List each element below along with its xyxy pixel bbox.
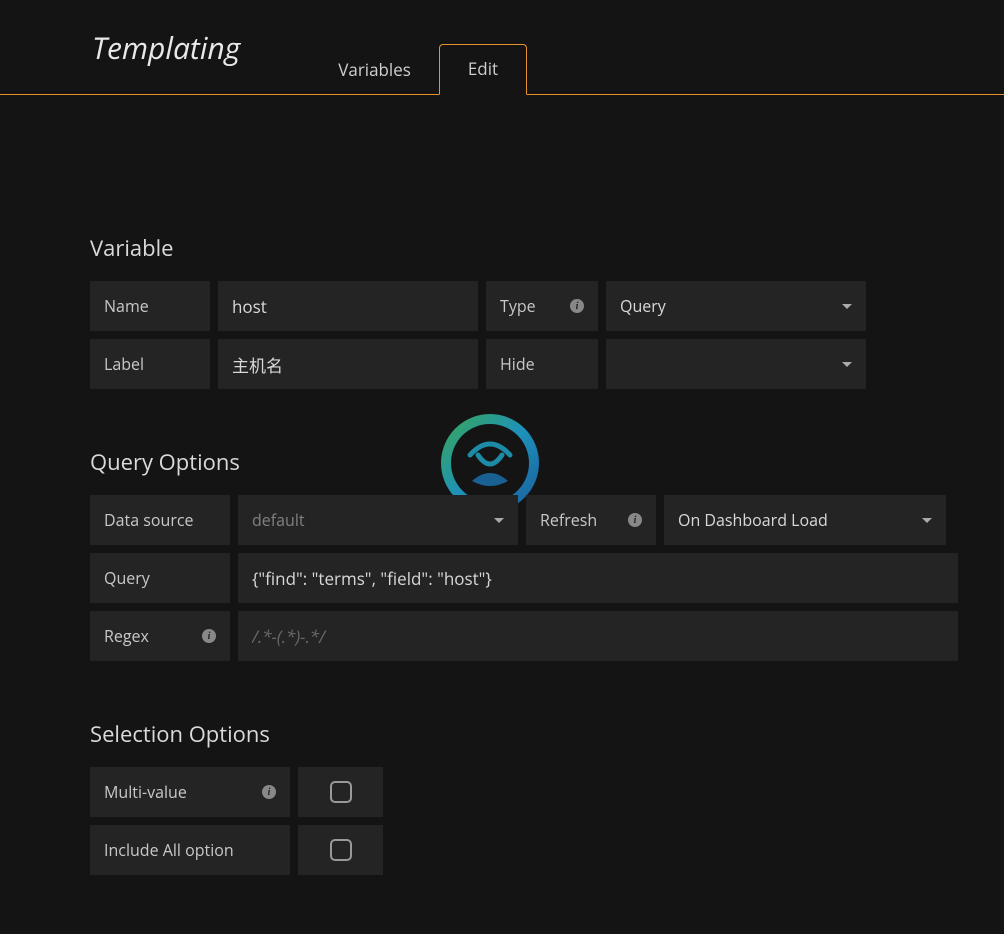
regex-input[interactable] bbox=[252, 625, 944, 648]
multi-value-checkbox[interactable] bbox=[298, 767, 383, 817]
row-query: Query bbox=[90, 553, 974, 603]
datasource-value: default bbox=[252, 509, 305, 531]
row-datasource-refresh: Data source default Refresh i On Dashboa… bbox=[90, 495, 974, 545]
query-input-wrap bbox=[238, 553, 958, 603]
row-multi: Multi-value i bbox=[90, 767, 974, 817]
label-datasource: Data source bbox=[90, 495, 230, 545]
label-type-text: Type bbox=[500, 295, 536, 317]
row-include-all: Include All option bbox=[90, 825, 974, 875]
section-variable-title: Variable bbox=[90, 233, 974, 263]
type-select-value: Query bbox=[620, 295, 666, 317]
label-input[interactable] bbox=[232, 353, 464, 376]
info-icon[interactable]: i bbox=[202, 629, 216, 643]
label-refresh: Refresh i bbox=[526, 495, 656, 545]
label-include-all: Include All option bbox=[90, 825, 290, 875]
label-query: Query bbox=[90, 553, 230, 603]
caret-down-icon bbox=[842, 304, 852, 309]
info-icon[interactable]: i bbox=[262, 785, 276, 799]
info-icon[interactable]: i bbox=[570, 299, 584, 313]
row-name-type: Name Type i Query bbox=[90, 281, 974, 331]
checkbox-icon bbox=[330, 839, 352, 861]
label-multi-text: Multi-value bbox=[104, 781, 187, 803]
label-label: Label bbox=[90, 339, 210, 389]
query-input[interactable] bbox=[252, 567, 944, 590]
caret-down-icon bbox=[842, 362, 852, 367]
include-all-checkbox[interactable] bbox=[298, 825, 383, 875]
input-name-wrap bbox=[218, 281, 478, 331]
section-selection-title: Selection Options bbox=[90, 719, 974, 749]
type-select[interactable]: Query bbox=[606, 281, 866, 331]
info-icon[interactable]: i bbox=[628, 513, 642, 527]
checkbox-icon bbox=[330, 781, 352, 803]
hide-select[interactable] bbox=[606, 339, 866, 389]
caret-down-icon bbox=[922, 518, 932, 523]
label-name: Name bbox=[90, 281, 210, 331]
label-refresh-text: Refresh bbox=[540, 509, 597, 531]
page-header: Templating Variables Edit bbox=[0, 0, 1004, 95]
refresh-select[interactable]: On Dashboard Load bbox=[664, 495, 946, 545]
label-hide: Hide bbox=[486, 339, 598, 389]
label-type: Type i bbox=[486, 281, 598, 331]
label-regex: Regex i bbox=[90, 611, 230, 661]
label-regex-text: Regex bbox=[104, 625, 149, 647]
input-label-wrap bbox=[218, 339, 478, 389]
section-query-title: Query Options bbox=[90, 447, 974, 477]
tab-edit[interactable]: Edit bbox=[439, 44, 527, 95]
page-title: Templating bbox=[92, 27, 240, 94]
regex-input-wrap bbox=[238, 611, 958, 661]
row-label-hide: Label Hide bbox=[90, 339, 974, 389]
tab-variables[interactable]: Variables bbox=[310, 46, 439, 95]
caret-down-icon bbox=[494, 518, 504, 523]
refresh-value: On Dashboard Load bbox=[678, 509, 828, 531]
name-input[interactable] bbox=[232, 295, 464, 318]
label-multi: Multi-value i bbox=[90, 767, 290, 817]
content: Variable Name Type i Query Label Hide Qu… bbox=[0, 95, 1004, 934]
datasource-select[interactable]: default bbox=[238, 495, 518, 545]
row-regex: Regex i bbox=[90, 611, 974, 661]
